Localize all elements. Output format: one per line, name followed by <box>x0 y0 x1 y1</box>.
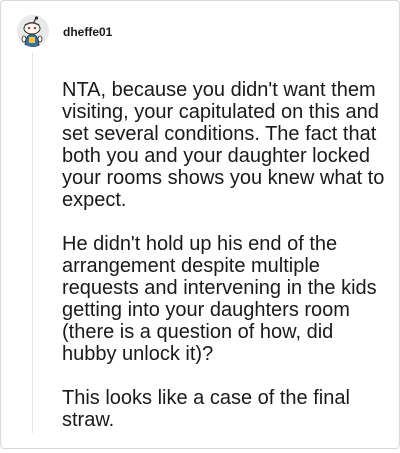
comment-paragraph: This looks like a case of the final stra… <box>62 387 350 431</box>
comment-paragraph: He didn't hold up his end of the arrange… <box>62 233 377 365</box>
user-avatar[interactable] <box>17 15 49 47</box>
comment-author[interactable]: dheffe01 <box>63 25 112 39</box>
comment-paragraph: NTA, because you didn't want them visiti… <box>62 79 385 211</box>
comment-card: dheffe01 NTA, because you didn't want th… <box>0 0 400 449</box>
snoo-avatar-icon <box>17 15 49 47</box>
comment-body: NTA, because you didn't want them visiti… <box>62 79 392 453</box>
thread-line[interactable] <box>32 53 33 433</box>
